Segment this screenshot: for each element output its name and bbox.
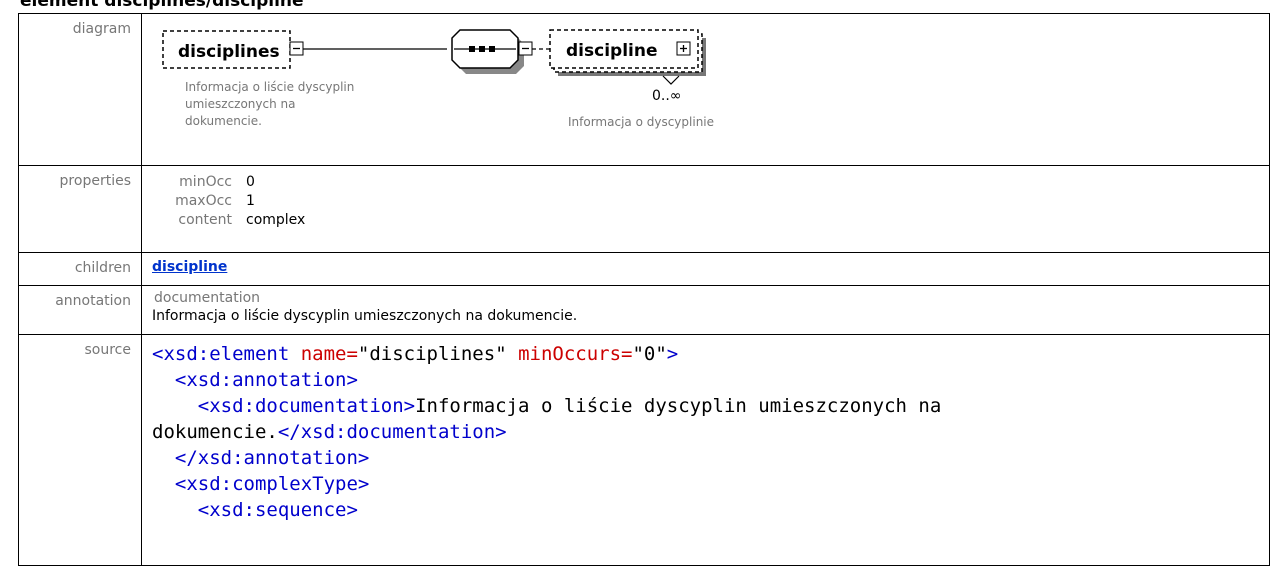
property-value: complex	[246, 212, 306, 228]
annotation-cell: documentation Informacja o liście dyscyp…	[141, 285, 1270, 335]
children-label: children	[18, 252, 142, 286]
schema-diagram: disciplines Informacja o liście dyscypli…	[162, 29, 714, 129]
disciplines-element-name: disciplines	[178, 42, 280, 62]
element-doc-table: diagram disciplines Informacja o liście …	[18, 13, 1270, 566]
property-value: 1	[246, 193, 255, 209]
source-token	[152, 473, 175, 495]
discipline-element-name: discipline	[566, 41, 657, 61]
source-token: <xsd:documentation>	[197, 395, 416, 417]
source-token	[152, 447, 175, 469]
annotation-row: annotation documentation Informacja o li…	[18, 285, 1270, 335]
children-row: children discipline	[18, 252, 1270, 286]
property-key: maxOcc	[175, 193, 232, 209]
collapse-minus-icon[interactable]	[289, 41, 304, 56]
source-token: >	[666, 343, 679, 365]
child-link-discipline[interactable]: discipline	[152, 259, 227, 275]
annotation-label: annotation	[18, 285, 142, 335]
page-title: element disciplines/discipline	[20, 0, 304, 11]
source-token: <xsd:element	[152, 343, 301, 365]
properties-list: minOcc 0 maxOcc 1 content complex	[152, 166, 1269, 230]
expand-plus-icon[interactable]	[676, 41, 691, 56]
documentation-text: Informacja o liście dyscyplin umieszczon…	[152, 308, 578, 324]
diagram-label: diagram	[18, 13, 142, 166]
source-cell: <xsd:element name="disciplines" minOccur…	[141, 334, 1270, 566]
source-label: source	[18, 334, 142, 566]
source-token: </xsd:annotation>	[174, 447, 370, 469]
occurrence-pointer	[662, 75, 680, 85]
source-token: minOccurs=	[518, 343, 633, 365]
source-token: "0"	[632, 343, 667, 365]
properties-label: properties	[18, 165, 142, 253]
children-cell: discipline	[141, 252, 1270, 286]
source-token	[152, 369, 175, 391]
property-maxOcc: maxOcc 1	[152, 192, 1269, 211]
properties-cell: minOcc 0 maxOcc 1 content complex	[141, 165, 1270, 253]
property-minOcc: minOcc 0	[152, 173, 1269, 192]
sequence-collapse-icon[interactable]	[518, 41, 533, 56]
source-token: <xsd:complexType>	[174, 473, 370, 495]
properties-row: properties minOcc 0 maxOcc 1 content complex	[18, 165, 1270, 253]
documentation-heading: documentation	[154, 290, 261, 306]
source-token: </xsd:documentation>	[277, 421, 507, 443]
source-token: Informacja o liście dyscyplin umieszczon…	[415, 395, 942, 417]
disciplines-doc-text: Informacja o liście dyscyplin umieszczon…	[185, 80, 358, 128]
property-value: 0	[246, 174, 255, 190]
diagram-cell: disciplines Informacja o liście dyscypli…	[141, 13, 1270, 166]
property-content: content complex	[152, 211, 1269, 230]
property-key: minOcc	[179, 174, 232, 190]
sequence-compositor-icon[interactable]	[451, 29, 524, 74]
source-token: name=	[300, 343, 358, 365]
diagram-row: diagram disciplines Informacja o liście …	[18, 13, 1270, 166]
source-token: <xsd:annotation>	[174, 369, 358, 391]
source-token: dokumencie.	[152, 421, 278, 443]
property-key: content	[178, 212, 232, 228]
discipline-doc-text: Informacja o dyscyplinie	[568, 115, 714, 129]
source-row: source <xsd:element name="disciplines" m…	[18, 334, 1270, 566]
source-code: <xsd:element name="disciplines" minOccur…	[152, 341, 1269, 523]
source-token	[152, 499, 198, 521]
source-token: "disciplines"	[357, 343, 519, 365]
source-token: <xsd:sequence>	[197, 499, 358, 521]
source-token	[152, 395, 198, 417]
discipline-occurrence: 0..∞	[652, 88, 681, 104]
